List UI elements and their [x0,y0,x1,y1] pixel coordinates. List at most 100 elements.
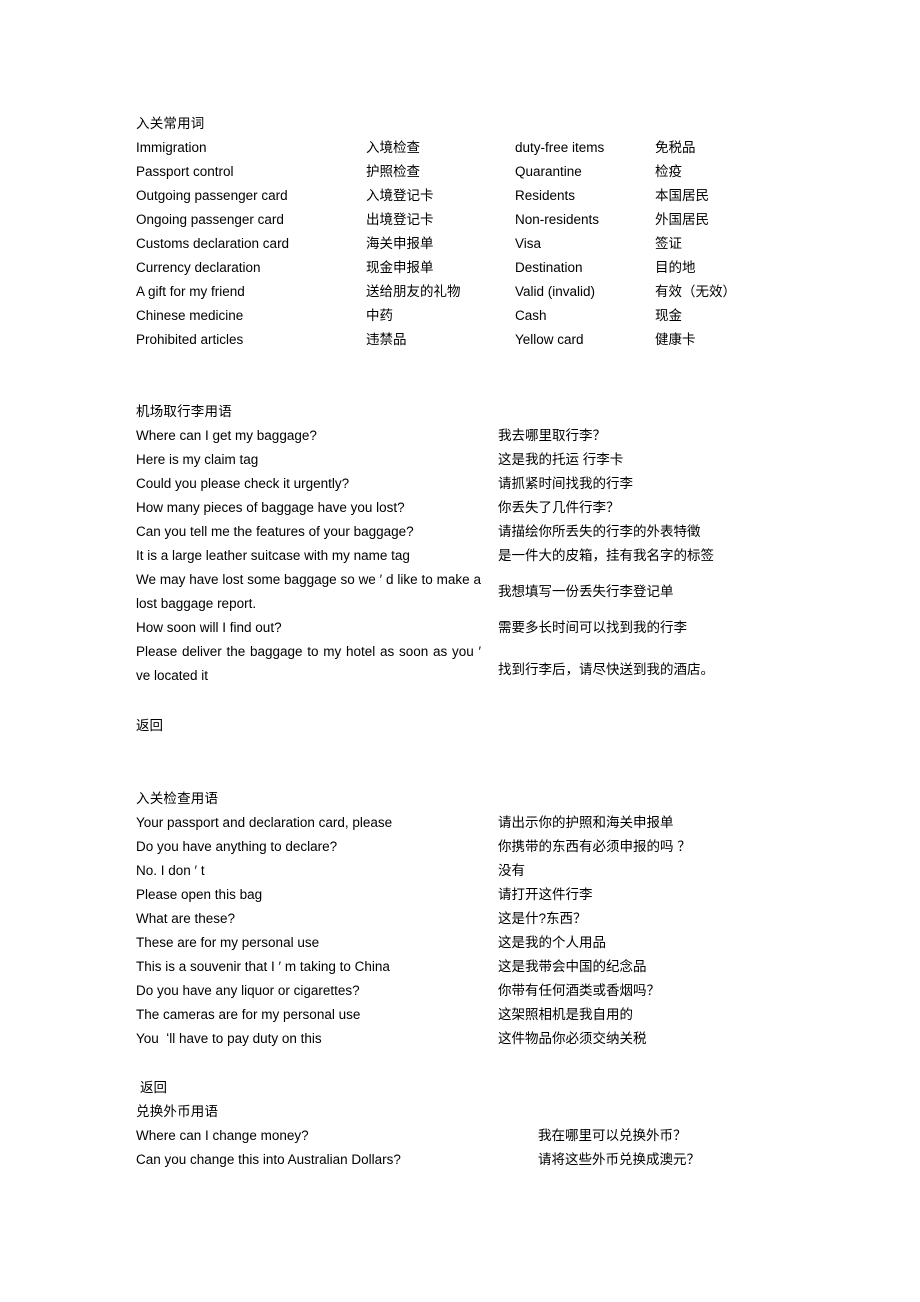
term-english: Immigration [136,140,207,155]
phrase-chinese: 这是我带会中国的纪念品 [498,959,647,974]
term-chinese: 送给朋友的礼物 [366,284,461,299]
back-link[interactable]: 返回 [136,714,163,738]
term-english: Destination [515,260,583,275]
back-link[interactable]: 返回 [136,1076,167,1100]
phrase-chinese: 我去哪里取行李？ [498,428,606,443]
phrase-english: How soon will I find out? [136,620,282,635]
term-english: Outgoing passenger card [136,188,288,203]
phrase-english: Could you please check it urgently? [136,476,350,491]
phrase-english: Where can I get my baggage? [136,428,317,443]
phrase-row: Could you please check it urgently? 请抓紧时… [136,472,633,496]
phrase-row: Please open this bag 请打开这件行李 [136,883,593,907]
table-row: Ongoing passenger card 出境登记卡 Non-residen… [136,208,709,232]
phrase-english: How many pieces of baggage have you lost… [136,500,405,515]
phrase-row: You ʻll have to pay duty on this 这件物品你必须… [136,1027,647,1051]
phrase-chinese: 请将这些外币兑换成澳元？ [538,1152,700,1167]
term-chinese: 入境检查 [366,140,420,155]
phrase-english: You ʻll have to pay duty on this [136,1031,322,1046]
phrase-chinese: 这是我的托运 行李卡 [498,452,624,467]
term-chinese: 入境登记卡 [366,188,434,203]
section-heading: 兑换外币用语 [136,1104,219,1119]
document-page: 入关常用词 Immigration 入境检查 duty-free items 免… [0,0,920,1302]
table-row: Outgoing passenger card 入境登记卡 Residents … [136,184,709,208]
phrase-chinese: 你丢失了几件行李？ [498,500,620,515]
phrase-row: Do you have anything to declare? 你携带的东西有… [136,835,691,859]
phrase-english: No. I don ′ t [136,863,205,878]
term-english: Prohibited articles [136,332,244,347]
term-chinese: 违禁品 [366,332,407,347]
phrase-row: Your passport and declaration card, plea… [136,811,674,835]
phrase-chinese: 没有 [498,863,525,878]
term-english: Cash [515,308,547,323]
phrase-row: These are for my personal use 这是我的个人用品 [136,931,606,955]
term-chinese: 有效（无效） [655,284,736,299]
term-english: Ongoing passenger card [136,212,284,227]
term-chinese: 外国居民 [655,212,709,227]
term-chinese: 现金申报单 [366,260,434,275]
phrase-chinese: 这是我的个人用品 [498,935,606,950]
term-chinese: 出境登记卡 [366,212,434,227]
term-english: Currency declaration [136,260,261,275]
phrase-chinese: 请抓紧时间找我的行李 [498,476,633,491]
term-chinese: 健康卡 [655,332,696,347]
phrase-chinese: 需要多长时间可以找到我的行李 [498,620,687,635]
phrase-english: Can you tell me the features of your bag… [136,524,414,539]
phrase-chinese: 我在哪里可以兑换外币？ [538,1128,687,1143]
term-chinese: 检疫 [655,164,682,179]
phrase-chinese: 请描绘你所丢失的行李的外表特徵 [498,524,701,539]
phrase-english: Here is my claim tag [136,452,259,467]
section-customs-inspection: 入关检查用语 Your passport and declaration car… [136,787,691,1051]
phrase-chinese: 这是什?东西？ [498,911,587,926]
table-row: Passport control 护照检查 Quarantine 检疫 [136,160,682,184]
phrase-english: It is a large leather suitcase with my n… [136,548,410,563]
phrase-english: Where can I change money? [136,1128,309,1143]
term-chinese: 海关申报单 [366,236,434,251]
term-chinese: 护照检查 [366,164,420,179]
section-customs-vocabulary: 入关常用词 Immigration 入境检查 duty-free items 免… [136,112,736,352]
table-row: A gift for my friend 送给朋友的礼物 Valid (inva… [136,280,736,304]
phrase-row: The cameras are for my personal use 这架照相… [136,1003,633,1027]
phrase-row: No. I don ′ t 没有 [136,859,525,883]
phrase-row: Do you have any liquor or cigarettes? 你带… [136,979,660,1003]
term-english: Visa [515,236,542,251]
section-heading: 机场取行李用语 [136,404,232,419]
phrase-row: Where can I change money? 我在哪里可以兑换外币？ [136,1124,687,1148]
phrase-chinese: 这件物品你必须交纳关税 [498,1031,647,1046]
phrase-row: We may have lost some baggage so we ′ d … [136,568,674,616]
term-english: A gift for my friend [136,284,245,299]
term-chinese: 本国居民 [655,188,709,203]
term-english: duty-free items [515,140,605,155]
phrase-english: Please deliver the baggage to my hotel a… [136,644,481,683]
term-english: Valid (invalid) [515,284,596,299]
phrase-chinese: 你携带的东西有必须申报的吗 ？ [498,839,691,854]
phrase-english: This is a souvenir that I ′ m taking to … [136,959,390,974]
term-english: Residents [515,188,576,203]
phrase-chinese: 这架照相机是我自用的 [498,1007,633,1022]
phrase-english: What are these? [136,911,236,926]
table-row: Chinese medicine 中药 Cash 现金 [136,304,682,328]
term-english: Non-residents [515,212,600,227]
phrase-row: Can you change this into Australian Doll… [136,1148,700,1172]
term-english: Passport control [136,164,234,179]
phrase-english: Do you have any liquor or cigarettes? [136,983,360,998]
phrase-chinese: 请打开这件行李 [498,887,593,902]
section-heading: 入关检查用语 [136,791,219,806]
term-english: Customs declaration card [136,236,290,251]
term-chinese: 签证 [655,236,682,251]
phrase-chinese: 找到行李后，请尽快送到我的酒店。 [498,662,714,677]
term-chinese: 现金 [655,308,682,323]
phrase-row: What are these? 这是什?东西？ [136,907,587,931]
section-heading: 入关常用词 [136,116,205,131]
phrase-row: Please deliver the baggage to my hotel a… [136,640,714,688]
phrase-english: Please open this bag [136,887,263,902]
phrase-row: It is a large leather suitcase with my n… [136,544,714,568]
table-row: Customs declaration card 海关申报单 Visa 签证 [136,232,682,256]
phrase-row: How many pieces of baggage have you lost… [136,496,620,520]
term-english: Yellow card [515,332,584,347]
phrase-chinese: 我想填写一份丢失行李登记单 [498,584,674,599]
phrase-row: Where can I get my baggage? 我去哪里取行李？ [136,424,606,448]
table-row: Immigration 入境检查 duty-free items 免税品 [136,136,696,160]
phrase-english: Your passport and declaration card, plea… [136,815,393,830]
phrase-chinese: 你带有任何酒类或香烟吗？ [498,983,660,998]
phrase-english: We may have lost some baggage so we ′ d … [136,572,481,611]
